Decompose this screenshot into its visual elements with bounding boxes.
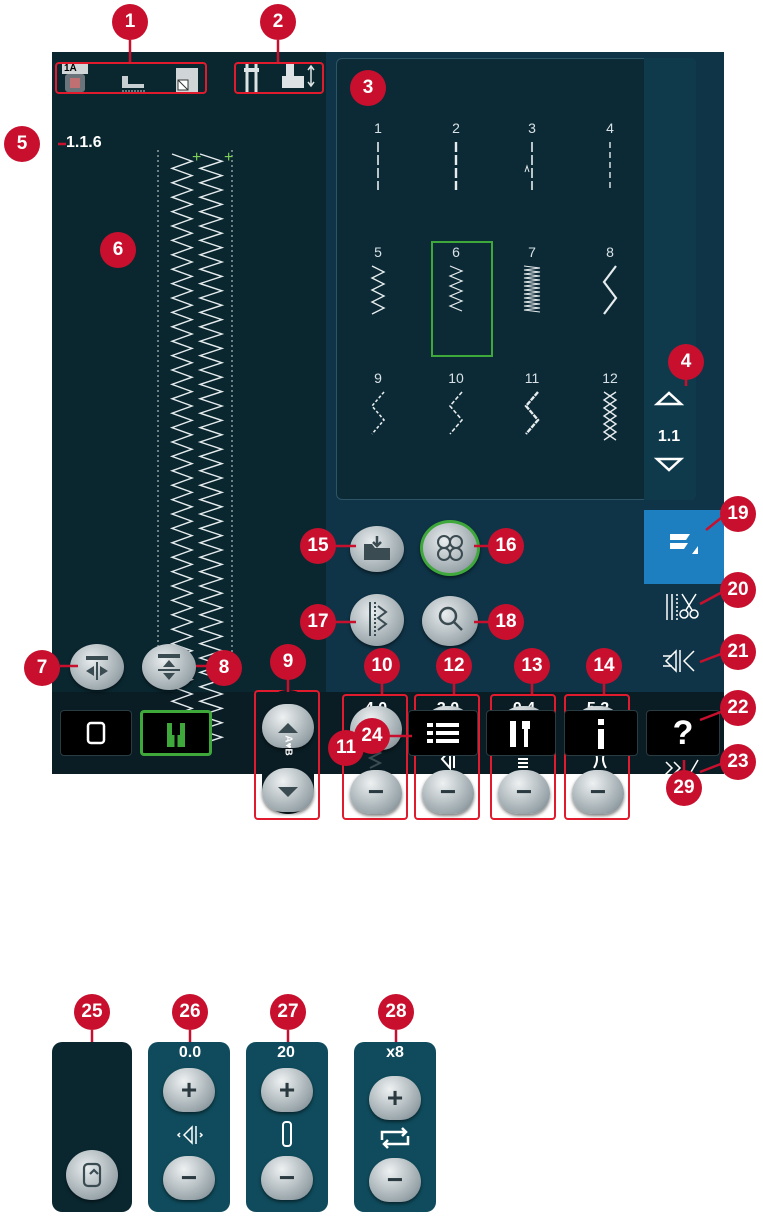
callout-badge-8: 8 bbox=[206, 650, 242, 686]
callout-badge-22: 22 bbox=[720, 690, 756, 726]
callout-badge-16: 16 bbox=[488, 528, 524, 564]
callout-badge-15: 15 bbox=[300, 528, 336, 564]
callout-badge-2: 2 bbox=[260, 4, 296, 40]
callout-badge-3: 3 bbox=[350, 70, 386, 106]
callout-badge-29: 29 bbox=[666, 770, 702, 806]
callout-badge-20: 20 bbox=[720, 572, 756, 608]
callout-badge-21: 21 bbox=[720, 634, 756, 670]
callout-badge-24: 24 bbox=[354, 718, 390, 754]
callout-badge-1: 1 bbox=[112, 4, 148, 40]
callout-lines bbox=[58, 40, 727, 1042]
callout-badge-9: 9 bbox=[270, 644, 306, 680]
callout-badge-5: 5 bbox=[4, 126, 40, 162]
callout-badge-14: 14 bbox=[586, 648, 622, 684]
callout-badge-4: 4 bbox=[668, 344, 704, 380]
callout-badge-23: 23 bbox=[720, 744, 756, 780]
callout-badge-18: 18 bbox=[488, 604, 524, 640]
callout-badge-28: 28 bbox=[378, 994, 414, 1030]
callout-badge-17: 17 bbox=[300, 604, 336, 640]
callout-badge-13: 13 bbox=[514, 648, 550, 684]
callout-badge-12: 12 bbox=[436, 648, 472, 684]
callout-badge-26: 26 bbox=[172, 994, 208, 1030]
callout-badge-19: 19 bbox=[720, 496, 756, 532]
callout-badge-10: 10 bbox=[364, 648, 400, 684]
callout-badge-27: 27 bbox=[270, 994, 306, 1030]
callout-badge-7: 7 bbox=[24, 650, 60, 686]
callout-badge-25: 25 bbox=[74, 994, 110, 1030]
callout-badge-6: 6 bbox=[100, 232, 136, 268]
